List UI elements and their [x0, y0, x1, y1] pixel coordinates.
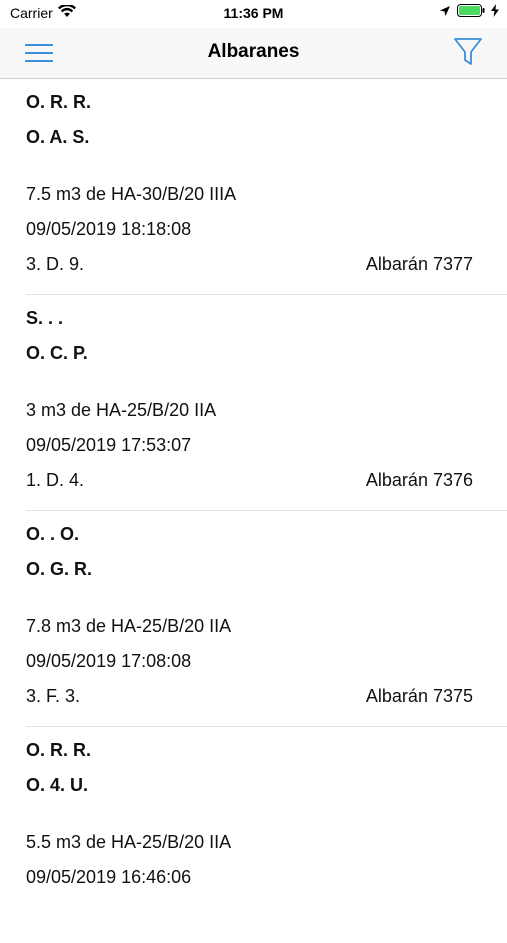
- delivery-code: 3. D. 9.: [26, 254, 85, 274]
- filter-funnel-icon: [454, 38, 482, 65]
- delivery-datetime: 09/05/2019 16:46:06: [26, 867, 192, 887]
- filter-button[interactable]: [453, 36, 483, 68]
- albaran-number: Albarán 7376: [365, 470, 473, 490]
- delivery-client: O. . O.: [26, 524, 80, 544]
- albaran-number: Albarán 7375: [365, 686, 473, 706]
- delivery-product: 3 m3 de HA-25/B/20 IIA: [26, 400, 217, 420]
- status-bar: Carrier 11:36 PM: [0, 0, 507, 28]
- delivery-site: O. A. S.: [26, 127, 90, 147]
- delivery-code: 3. F. 3.: [26, 686, 81, 706]
- delivery-client: O. R. R.: [26, 740, 92, 760]
- clock: 11:36 PM: [223, 5, 284, 21]
- delivery-client: O. R. R.: [26, 92, 92, 112]
- delivery-site: O. C. P.: [26, 343, 88, 363]
- delivery-card[interactable]: O. . O. O. G. R. 7.8 m3 de HA-25/B/20 II…: [0, 511, 507, 727]
- delivery-datetime: 09/05/2019 17:08:08: [26, 651, 192, 671]
- delivery-datetime: 09/05/2019 18:18:08: [26, 219, 192, 239]
- delivery-product: 7.5 m3 de HA-30/B/20 IIIA: [26, 184, 237, 204]
- delivery-client: S. . .: [26, 308, 64, 328]
- delivery-card[interactable]: O. R. R. O. A. S. 7.5 m3 de HA-30/B/20 I…: [0, 79, 507, 295]
- page-title: Albaranes: [207, 41, 300, 62]
- albaran-number: Albarán 7377: [365, 254, 473, 274]
- status-icons: [439, 4, 499, 20]
- delivery-site: O. 4. U.: [26, 775, 89, 795]
- battery-icon: [457, 4, 485, 20]
- delivery-list: O. R. R. O. A. S. 7.5 m3 de HA-30/B/20 I…: [0, 79, 507, 943]
- location-arrow-icon: [439, 4, 451, 20]
- delivery-card[interactable]: O. R. R. O. 4. U. 5.5 m3 de HA-25/B/20 I…: [0, 727, 507, 943]
- navigation-bar: Albaranes: [0, 28, 507, 79]
- delivery-product: 7.8 m3 de HA-25/B/20 IIA: [26, 616, 232, 636]
- delivery-card[interactable]: S. . . O. C. P. 3 m3 de HA-25/B/20 IIA 0…: [0, 295, 507, 511]
- charging-bolt-icon: [491, 4, 499, 20]
- delivery-product: 5.5 m3 de HA-25/B/20 IIA: [26, 832, 232, 852]
- delivery-code: 1. D. 4.: [26, 470, 85, 490]
- delivery-datetime: 09/05/2019 17:53:07: [26, 435, 192, 455]
- delivery-site: O. G. R.: [26, 559, 93, 579]
